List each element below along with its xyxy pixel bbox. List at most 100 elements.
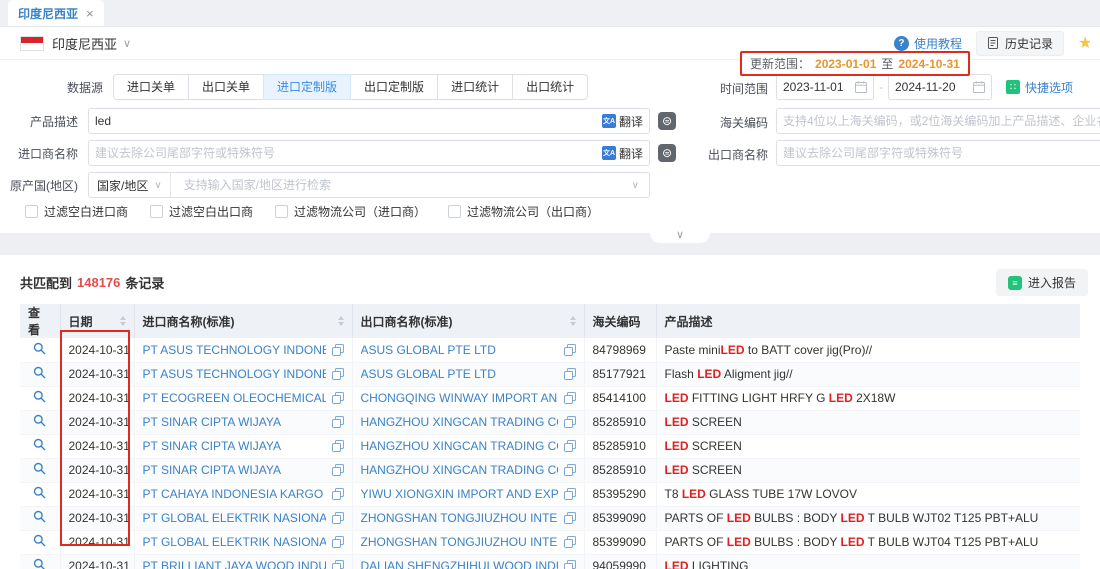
product-desc-input[interactable]: 文A 翻译 [88,108,650,134]
exporter-link[interactable]: HANGZHOU XINGCAN TRADING CO LTD [361,463,558,477]
exact-match-toggle-icon[interactable]: ⊜ [658,144,676,162]
end-date-input[interactable] [888,74,992,100]
importer-link[interactable]: PT BRILLIANT JAYA WOOD INDUSTRY [143,559,326,569]
exporter-link[interactable]: YIWU XIONGXIN IMPORT AND EXPORT... [361,487,558,501]
filter-checkbox-4[interactable]: 过滤物流公司（出口商） [448,203,599,220]
checkbox-icon[interactable] [25,205,38,218]
filter-checkbox-3[interactable]: 过滤物流公司（进口商） [275,203,426,220]
view-button[interactable] [20,338,60,362]
sort-icon[interactable] [120,316,126,326]
column-header-2[interactable]: 日期 [60,304,134,338]
copy-icon[interactable] [332,368,344,380]
history-button[interactable]: 历史记录 [976,31,1064,56]
start-date-input[interactable] [776,74,874,100]
copy-icon[interactable] [332,560,344,569]
importer-link[interactable]: PT SINAR CIPTA WIJAYA [143,439,326,453]
end-date-value[interactable] [895,80,968,94]
country-tab[interactable]: 印度尼西亚 × [8,0,104,26]
copy-icon[interactable] [332,488,344,500]
quick-options-button[interactable]: ∷ 快捷选项 [1006,79,1073,96]
importer-link[interactable]: PT ASUS TECHNOLOGY INDONESIA BA... [143,343,326,357]
product-desc-value[interactable] [95,114,597,128]
checkbox-icon[interactable] [275,205,288,218]
column-header-3[interactable]: 进口商名称(标准) [134,304,352,338]
exporter-input[interactable] [776,140,1100,166]
collapse-filters-button[interactable]: ∨ [650,226,710,243]
view-magnifier-icon[interactable] [33,486,46,499]
copy-icon[interactable] [564,392,576,404]
importer-link[interactable]: PT ASUS TECHNOLOGY INDONESIA BA... [143,367,326,381]
view-magnifier-icon[interactable] [33,534,46,547]
checkbox-icon[interactable] [448,205,461,218]
copy-icon[interactable] [564,344,576,356]
exporter-link[interactable]: ASUS GLOBAL PTE LTD [361,367,558,381]
exporter-link[interactable]: ZHONGSHAN TONGJIUZHOU INTERNA... [361,511,558,525]
view-magnifier-icon[interactable] [33,390,46,403]
copy-icon[interactable] [332,344,344,356]
view-button[interactable] [20,530,60,554]
copy-icon[interactable] [332,464,344,476]
exporter-value[interactable] [783,146,1100,160]
data-source-tab-3[interactable]: 进口定制版 [263,74,351,100]
data-source-tab-4[interactable]: 出口定制版 [350,74,438,100]
copy-icon[interactable] [332,392,344,404]
importer-link[interactable]: PT ECOGREEN OLEOCHEMICALS [143,391,326,405]
view-button[interactable] [20,482,60,506]
exporter-link[interactable]: HANGZHOU XINGCAN TRADING CO LTD [361,415,558,429]
translate-button[interactable]: 文A 翻译 [602,113,643,130]
copy-icon[interactable] [332,512,344,524]
tutorial-link[interactable]: ? 使用教程 [894,35,962,52]
exporter-link[interactable]: ZHONGSHAN TONGJIUZHOU INTERNA... [361,535,558,549]
view-button[interactable] [20,434,60,458]
view-button[interactable] [20,506,60,530]
exporter-link[interactable]: DALIAN SHENGZHIHUI WOOD INDUST... [361,559,558,569]
customs-code-value[interactable] [783,114,1100,128]
tab-close-icon[interactable]: × [86,6,94,21]
view-magnifier-icon[interactable] [33,414,46,427]
copy-icon[interactable] [564,416,576,428]
enter-report-button[interactable]: ≡ 进入报告 [996,269,1088,296]
filter-checkbox-1[interactable]: 过滤空白进口商 [25,203,128,220]
origin-select-input[interactable]: 国家/地区 ∨ ∨ [88,172,650,198]
data-source-tab-1[interactable]: 进口关单 [113,74,189,100]
filter-checkbox-2[interactable]: 过滤空白出口商 [150,203,253,220]
importer-value[interactable] [95,146,597,160]
copy-icon[interactable] [564,488,576,500]
chevron-down-icon[interactable]: ∨ [123,37,131,50]
copy-icon[interactable] [564,512,576,524]
country-selector[interactable]: 印度尼西亚 [52,34,117,53]
data-source-tab-2[interactable]: 出口关单 [188,74,264,100]
view-magnifier-icon[interactable] [33,558,46,569]
view-magnifier-icon[interactable] [33,342,46,355]
exact-match-toggle-icon[interactable]: ⊜ [658,112,676,130]
exporter-link[interactable]: ASUS GLOBAL PTE LTD [361,343,558,357]
copy-icon[interactable] [564,560,576,569]
view-magnifier-icon[interactable] [33,462,46,475]
copy-icon[interactable] [564,368,576,380]
translate-button[interactable]: 文A 翻译 [602,145,643,162]
importer-link[interactable]: PT GLOBAL ELEKTRIK NASIONAL [143,511,326,525]
copy-icon[interactable] [332,416,344,428]
copy-icon[interactable] [564,536,576,548]
sort-icon[interactable] [338,316,344,326]
start-date-value[interactable] [783,80,850,94]
copy-icon[interactable] [564,440,576,452]
copy-icon[interactable] [332,440,344,452]
copy-icon[interactable] [564,464,576,476]
column-header-4[interactable]: 出口商名称(标准) [352,304,584,338]
importer-link[interactable]: PT SINAR CIPTA WIJAYA [143,415,326,429]
checkbox-icon[interactable] [150,205,163,218]
view-button[interactable] [20,554,60,569]
importer-input[interactable]: 文A 翻译 [88,140,650,166]
importer-link[interactable]: PT SINAR CIPTA WIJAYA [143,463,326,477]
view-button[interactable] [20,410,60,434]
view-button[interactable] [20,362,60,386]
exporter-link[interactable]: HANGZHOU XINGCAN TRADING CO LTD [361,439,558,453]
data-source-tab-5[interactable]: 进口统计 [437,74,513,100]
view-button[interactable] [20,458,60,482]
customs-code-input[interactable] [776,108,1100,134]
sort-icon[interactable] [570,316,576,326]
importer-link[interactable]: PT CAHAYA INDONESIA KARGO [143,487,326,501]
exporter-link[interactable]: CHONGQING WINWAY IMPORT AND E... [361,391,558,405]
favorite-star-icon[interactable]: ★ [1078,33,1090,53]
